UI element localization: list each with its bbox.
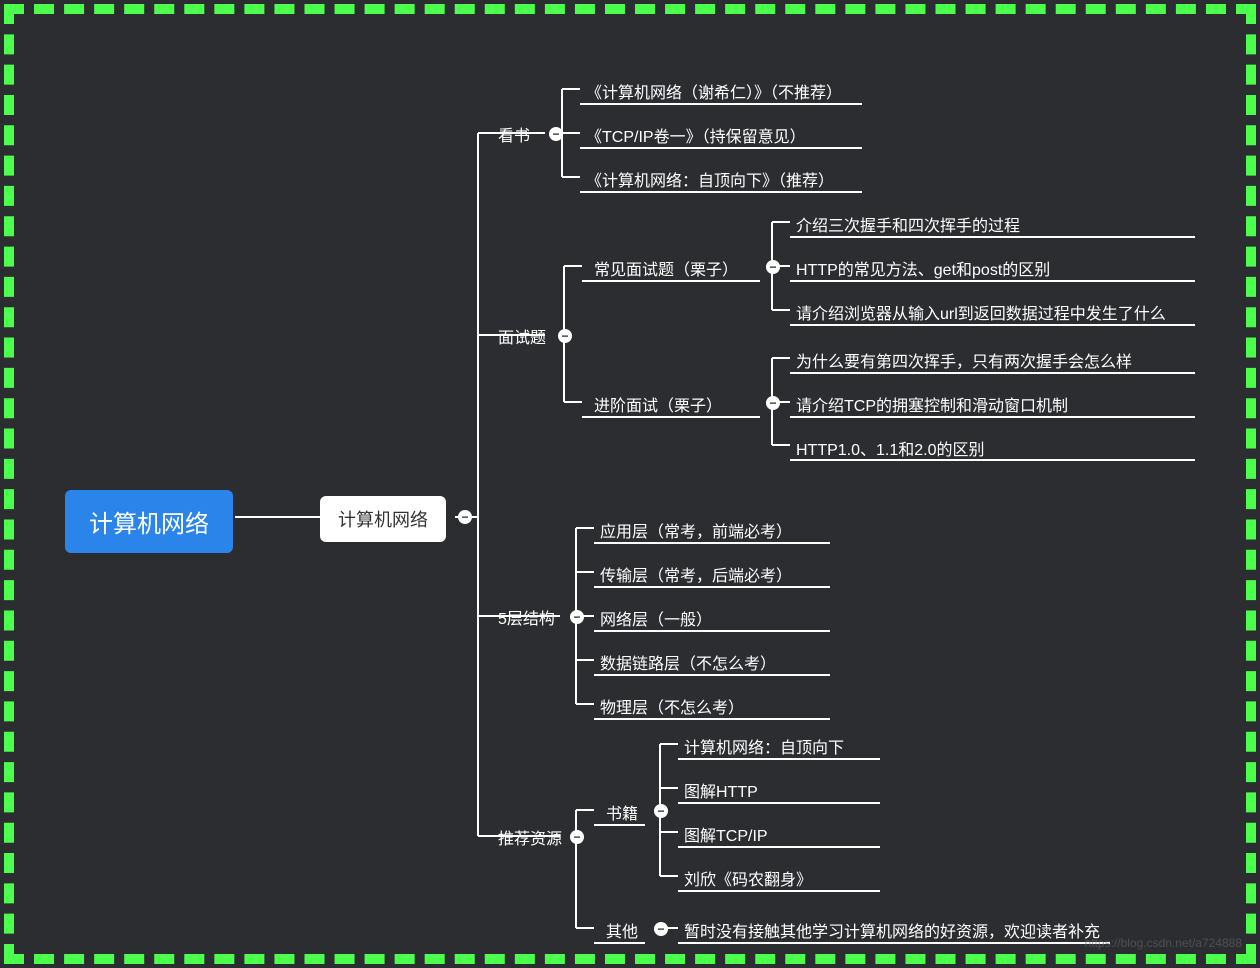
branch-resources-other[interactable]: 其他 bbox=[606, 918, 638, 942]
branch-layers[interactable]: 5层结构 bbox=[498, 605, 555, 629]
leaf-node[interactable]: 数据链路层（不怎么考） bbox=[600, 650, 776, 674]
leaf-node[interactable]: 物理层（不怎么考） bbox=[600, 694, 744, 718]
collapse-icon[interactable]: − bbox=[458, 510, 472, 524]
collapse-icon[interactable]: − bbox=[570, 830, 584, 844]
collapse-icon[interactable]: − bbox=[654, 804, 668, 818]
leaf-node[interactable]: 暂时没有接触其他学习计算机网络的好资源，欢迎读者补充 bbox=[684, 918, 1100, 942]
branch-interview-common[interactable]: 常见面试题（栗子） bbox=[594, 256, 738, 280]
watermark: https://blog.csdn.net/a724888 bbox=[1085, 936, 1242, 950]
leaf-node[interactable]: HTTP的常见方法、get和post的区别 bbox=[796, 256, 1050, 280]
leaf-node[interactable]: 图解TCP/IP bbox=[684, 822, 768, 846]
leaf-node[interactable]: 请介绍TCP的拥塞控制和滑动窗口机制 bbox=[796, 392, 1068, 416]
leaf-node[interactable]: 应用层（常考，前端必考） bbox=[600, 518, 792, 542]
leaf-node[interactable]: 图解HTTP bbox=[684, 778, 758, 802]
collapse-icon[interactable]: − bbox=[654, 922, 668, 936]
branch-resources-books[interactable]: 书籍 bbox=[606, 800, 638, 824]
branch-interview[interactable]: 面试题 bbox=[498, 324, 546, 348]
collapse-icon[interactable]: − bbox=[558, 329, 572, 343]
collapse-icon[interactable]: − bbox=[570, 610, 584, 624]
leaf-node[interactable]: 为什么要有第四次挥手，只有两次握手会怎么样 bbox=[796, 348, 1132, 372]
collapse-icon[interactable]: − bbox=[766, 260, 780, 274]
leaf-node[interactable]: 计算机网络：自顶向下 bbox=[684, 734, 844, 758]
leaf-node[interactable]: 《TCP/IP卷一》（持保留意见） bbox=[586, 123, 806, 147]
leaf-node[interactable]: 传输层（常考，后端必考） bbox=[600, 562, 792, 586]
branch-resources[interactable]: 推荐资源 bbox=[498, 825, 562, 849]
collapse-icon[interactable]: − bbox=[766, 396, 780, 410]
leaf-node[interactable]: 刘欣《码农翻身》 bbox=[684, 866, 812, 890]
branch-books[interactable]: 看书 bbox=[498, 122, 530, 146]
leaf-node[interactable]: 《计算机网络：自顶向下》（推荐） bbox=[586, 167, 834, 191]
leaf-node[interactable]: HTTP1.0、1.1和2.0的区别 bbox=[796, 436, 985, 460]
root-node[interactable]: 计算机网络 bbox=[65, 490, 233, 553]
leaf-node[interactable]: 介绍三次握手和四次挥手的过程 bbox=[796, 212, 1020, 236]
leaf-node[interactable]: 《计算机网络（谢希仁）》（不推荐） bbox=[586, 79, 842, 103]
branch-interview-advanced[interactable]: 进阶面试（栗子） bbox=[594, 392, 722, 416]
leaf-node[interactable]: 请介绍浏览器从输入url到返回数据过程中发生了什么 bbox=[796, 300, 1166, 324]
collapse-icon[interactable]: − bbox=[549, 127, 563, 141]
leaf-node[interactable]: 网络层（一般） bbox=[600, 606, 712, 630]
subroot-node[interactable]: 计算机网络 bbox=[320, 496, 446, 542]
